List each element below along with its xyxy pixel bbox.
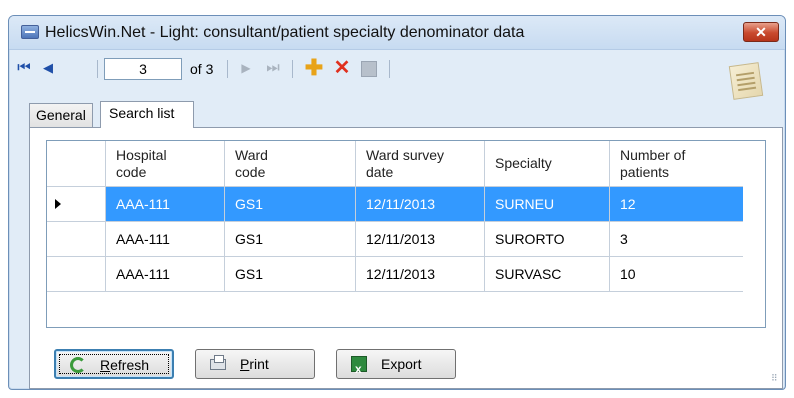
- record-count-label: of 3: [190, 61, 214, 77]
- column-header-ward-code[interactable]: Ward code: [225, 141, 356, 187]
- current-record-input[interactable]: 3: [104, 58, 182, 80]
- notepad-icon: [728, 62, 764, 100]
- cell-ward-survey-date[interactable]: 12/11/2013: [356, 187, 485, 222]
- cell-ward-code[interactable]: GS1: [225, 257, 356, 292]
- toolbar-separator: [292, 60, 293, 78]
- column-header-line: date: [366, 164, 394, 180]
- excel-export-icon: [351, 355, 367, 383]
- column-header-ward-survey-date[interactable]: Ward survey date: [356, 141, 485, 187]
- refresh-button[interactable]: Refresh: [54, 349, 174, 379]
- cell-number-of-patients[interactable]: 12: [610, 187, 743, 222]
- record-navigator-toolbar: ⏮ ◀ 3 of 3 ▶ ⏭ ✚ ✕: [9, 52, 785, 86]
- cell-hospital-code[interactable]: AAA-111: [106, 257, 225, 292]
- window-title: HelicsWin.Net - Light: consultant/patien…: [45, 24, 525, 41]
- cell-ward-survey-date[interactable]: 12/11/2013: [356, 257, 485, 292]
- title-bar[interactable]: HelicsWin.Net - Light: consultant/patien…: [9, 16, 785, 50]
- column-header-line: patients: [620, 164, 670, 180]
- table-row[interactable]: AAA-111 GS1 12/11/2013 SURVASC 10: [47, 257, 765, 292]
- table-row[interactable]: AAA-111 GS1 12/11/2013 SURNEU 12: [47, 187, 765, 222]
- column-header-line: code: [235, 164, 266, 180]
- export-button[interactable]: Export: [336, 349, 456, 383]
- cell-ward-code[interactable]: GS1: [225, 222, 356, 257]
- add-record-icon[interactable]: ✚: [303, 57, 325, 79]
- cell-specialty[interactable]: SURORTO: [485, 222, 610, 257]
- previous-record-icon[interactable]: ◀: [39, 58, 57, 78]
- toolbar-separator: [389, 60, 390, 78]
- print-button-label: Print: [240, 356, 269, 372]
- column-header-hospital-code[interactable]: Hospital code: [106, 141, 225, 187]
- row-header-corner: [47, 141, 106, 187]
- next-record-icon[interactable]: ▶: [237, 58, 255, 78]
- table-row[interactable]: AAA-111 GS1 12/11/2013 SURORTO 3: [47, 222, 765, 257]
- toolbar-separator: [227, 60, 228, 78]
- tab-search-list[interactable]: Search list: [100, 101, 194, 128]
- column-header-line: code: [116, 164, 147, 180]
- column-header-number-of-patients[interactable]: Number of patients: [610, 141, 743, 187]
- cell-specialty[interactable]: SURNEU: [485, 187, 610, 222]
- last-record-icon[interactable]: ⏭: [263, 58, 283, 78]
- search-list-panel: Hospital code Ward code Ward survey date…: [29, 127, 783, 389]
- save-record-icon[interactable]: [361, 61, 377, 77]
- cell-number-of-patients[interactable]: 3: [610, 222, 743, 257]
- export-button-label: Export: [381, 356, 422, 372]
- app-window: HelicsWin.Net - Light: consultant/patien…: [8, 15, 786, 390]
- app-logo-icon: [21, 25, 39, 39]
- tab-general[interactable]: General: [29, 103, 93, 127]
- cell-ward-code[interactable]: GS1: [225, 187, 356, 222]
- cell-specialty[interactable]: SURVASC: [485, 257, 610, 292]
- row-selector[interactable]: [47, 187, 106, 222]
- row-selector[interactable]: [47, 257, 106, 292]
- column-header-line: Hospital: [116, 147, 167, 163]
- resize-grip-icon[interactable]: ⠿: [771, 374, 781, 386]
- close-button[interactable]: ✕: [743, 22, 779, 42]
- column-header-line: Specialty: [495, 155, 552, 171]
- current-row-pointer-icon: [55, 199, 61, 209]
- printer-icon: [210, 355, 226, 370]
- cell-hospital-code[interactable]: AAA-111: [106, 187, 225, 222]
- results-grid[interactable]: Hospital code Ward code Ward survey date…: [46, 140, 766, 328]
- row-selector[interactable]: [47, 222, 106, 257]
- cell-hospital-code[interactable]: AAA-111: [106, 222, 225, 257]
- toolbar-separator: [97, 60, 98, 78]
- delete-record-icon[interactable]: ✕: [331, 58, 353, 78]
- first-record-icon[interactable]: ⏮: [15, 58, 33, 78]
- column-header-line: Number of: [620, 147, 686, 163]
- column-header-line: Ward: [235, 147, 268, 163]
- column-header-line: Ward survey: [366, 147, 445, 163]
- column-header-specialty[interactable]: Specialty: [485, 141, 610, 187]
- cell-number-of-patients[interactable]: 10: [610, 257, 743, 292]
- print-button[interactable]: Print: [195, 349, 315, 379]
- grid-header-row: Hospital code Ward code Ward survey date…: [47, 141, 765, 187]
- refresh-icon: [70, 357, 86, 373]
- cell-ward-survey-date[interactable]: 12/11/2013: [356, 222, 485, 257]
